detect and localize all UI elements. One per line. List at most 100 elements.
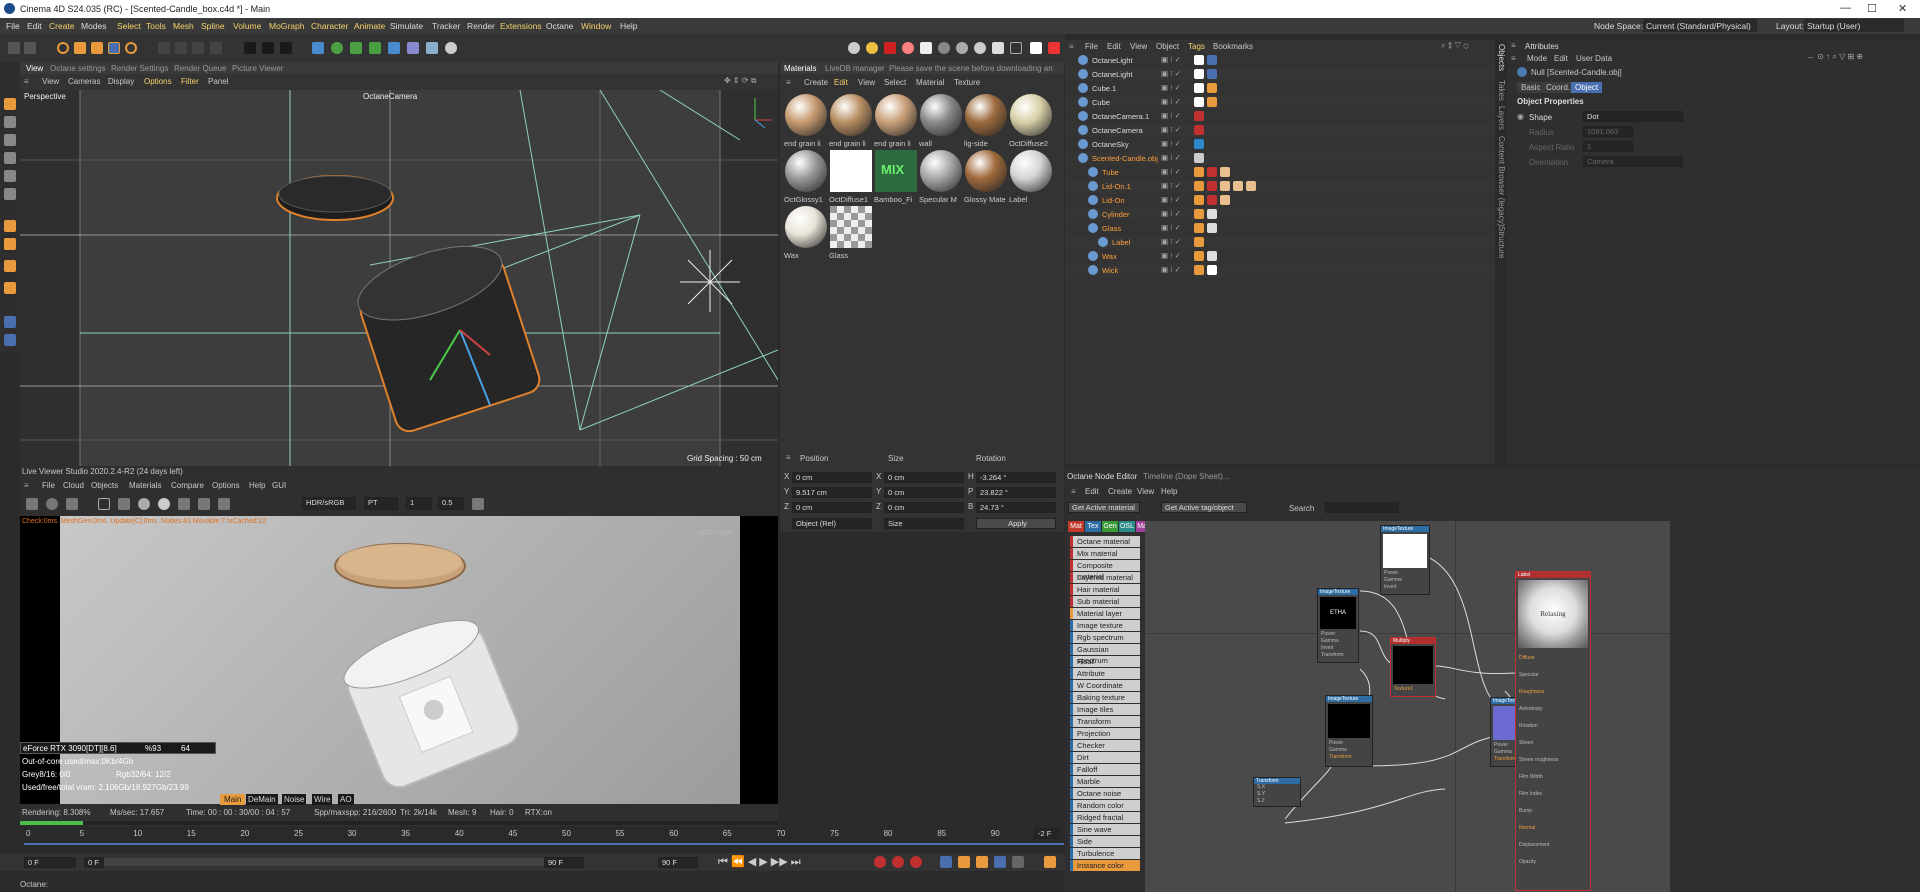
move-icon[interactable] xyxy=(74,42,86,54)
octane-live-viewer-icon[interactable] xyxy=(848,42,860,54)
menu-file[interactable]: File xyxy=(6,21,20,31)
material-pin[interactable]: Film Width xyxy=(1516,769,1590,786)
object-tag-icon[interactable] xyxy=(1220,195,1230,205)
lv-mode-dropdown[interactable]: PT xyxy=(364,497,398,510)
node-list-item[interactable]: Attribute xyxy=(1070,668,1140,679)
y-axis-icon[interactable] xyxy=(175,42,187,54)
menu-window[interactable]: Window xyxy=(581,21,611,31)
subdivision-icon[interactable] xyxy=(350,42,362,54)
node-menu-edit[interactable]: Edit xyxy=(1085,487,1099,496)
hamburger-icon[interactable]: ≡ xyxy=(24,77,29,86)
object-name[interactable]: Glass xyxy=(1102,224,1121,233)
material-pin[interactable]: Anisotropy xyxy=(1516,701,1590,718)
lv-color-space-dropdown[interactable]: HDR/sRGB xyxy=(302,497,356,510)
object-visibility-icon[interactable]: ▣ ⁝ ✓ xyxy=(1161,111,1181,120)
get-active-tag-button[interactable]: Get Active tag/object xyxy=(1161,502,1247,513)
octane-env-icon[interactable] xyxy=(974,42,986,54)
key-rotation-icon[interactable] xyxy=(958,856,970,868)
material-swatch[interactable]: OctDiffuse2 xyxy=(1009,94,1053,150)
node-list-item[interactable]: Turbulence xyxy=(1070,848,1140,859)
lv-region-icon[interactable] xyxy=(98,498,110,510)
object-tag-icon[interactable] xyxy=(1194,209,1204,219)
node-list-item[interactable]: Dirt xyxy=(1070,752,1140,763)
keyframe-selection-icon[interactable] xyxy=(910,856,922,868)
lv-lock-icon[interactable] xyxy=(118,498,130,510)
menu-octane[interactable]: Octane xyxy=(546,21,573,31)
object-name[interactable]: Label xyxy=(1112,238,1130,247)
object-row[interactable]: OctaneLight ▣ ⁝ ✓ xyxy=(1066,68,1496,81)
material-swatch[interactable]: OctGlossy1 xyxy=(784,150,828,206)
lv-picker-icon[interactable] xyxy=(472,498,484,510)
lv-menu-file[interactable]: File xyxy=(42,481,55,490)
lv-restart-icon[interactable] xyxy=(46,498,58,510)
attributes-tab-basic[interactable]: Basic xyxy=(1517,82,1545,93)
object-tag-icon[interactable] xyxy=(1207,181,1217,191)
material-pin[interactable]: Bump xyxy=(1516,803,1590,820)
shape-dropdown[interactable]: Dot xyxy=(1583,111,1683,122)
object-name[interactable]: Wax xyxy=(1102,252,1117,261)
light-icon[interactable] xyxy=(445,42,457,54)
objects-menu-view[interactable]: View xyxy=(1130,42,1147,51)
object-visibility-icon[interactable]: ▣ ⁝ ✓ xyxy=(1161,153,1181,162)
tab-livedb-manager[interactable]: LiveDB manager xyxy=(825,64,885,73)
timeline-start-input[interactable]: 0 F xyxy=(24,857,76,868)
node-list-item[interactable]: Layered material xyxy=(1070,572,1140,583)
menu-volume[interactable]: Volume xyxy=(233,21,261,31)
materials-menu-icon[interactable]: ≡ xyxy=(786,78,791,87)
object-tag-icon[interactable] xyxy=(1194,83,1204,93)
material-pin[interactable]: Diffuse xyxy=(1516,650,1590,667)
size-input[interactable]: 0 cm xyxy=(884,472,964,483)
rotation-input[interactable]: 24.73 ° xyxy=(976,502,1056,513)
object-visibility-icon[interactable]: ▣ ⁝ ✓ xyxy=(1161,195,1181,204)
object-tag-icon[interactable] xyxy=(1194,195,1204,205)
material-pin[interactable]: Rotation xyxy=(1516,718,1590,735)
node-list-item[interactable]: Material layer xyxy=(1070,608,1140,619)
objects-menu-bookmarks[interactable]: Bookmarks xyxy=(1213,42,1253,51)
object-tag-icon[interactable] xyxy=(1207,69,1217,79)
materials-menu-select[interactable]: Select xyxy=(884,78,906,87)
lv-fit-icon[interactable] xyxy=(178,498,190,510)
live-selection-icon[interactable] xyxy=(57,42,69,54)
position-input[interactable]: 9.517 cm xyxy=(792,487,872,498)
menu-mograph[interactable]: MoGraph xyxy=(269,21,304,31)
viewport-menu-options[interactable]: Options xyxy=(144,77,172,86)
objects-menu-file[interactable]: File xyxy=(1085,42,1098,51)
tab-picture-viewer[interactable]: Picture Viewer xyxy=(232,64,283,73)
menu-character[interactable]: Character xyxy=(311,21,348,31)
z-axis-icon[interactable] xyxy=(192,42,204,54)
object-name[interactable]: Cube.1 xyxy=(1092,84,1116,93)
node-canvas[interactable]: ImageTexture ETHA Power Gamma Invert Tra… xyxy=(1145,521,1670,892)
apply-button[interactable]: Apply xyxy=(976,518,1056,529)
material-swatch[interactable]: Glossy Mate xyxy=(964,150,1008,206)
object-row[interactable]: Scented-Candle.obj ▣ ⁝ ✓ xyxy=(1066,152,1496,165)
node-list-item[interactable]: Gaussian spectrum xyxy=(1070,644,1140,665)
octane-cloud-icon[interactable] xyxy=(1030,42,1042,54)
object-tag-icon[interactable] xyxy=(1194,111,1204,121)
object-tag-icon[interactable] xyxy=(1207,55,1217,65)
objects-menu-object[interactable]: Object xyxy=(1156,42,1179,51)
materials-menu-view[interactable]: View xyxy=(858,78,875,87)
object-name[interactable]: Cylinder xyxy=(1102,210,1130,219)
object-tag-icon[interactable] xyxy=(1207,97,1217,107)
transform-node[interactable]: Transform S.X S.Y S.Z xyxy=(1253,777,1301,807)
timeline-range-slider[interactable] xyxy=(104,858,544,866)
materials-menu-texture[interactable]: Texture xyxy=(954,78,980,87)
lv-stop-icon[interactable] xyxy=(26,498,38,510)
lv-pause-icon[interactable] xyxy=(66,498,78,510)
model-mode-icon[interactable] xyxy=(4,98,16,110)
material-swatch[interactable]: Wax xyxy=(784,206,828,262)
lv-menu-cloud[interactable]: Cloud xyxy=(63,481,84,490)
lv-value1-input[interactable]: 1 xyxy=(406,497,432,510)
object-row[interactable]: Label ▣ ⁝ ✓ xyxy=(1066,236,1496,249)
object-tag-icon[interactable] xyxy=(1220,167,1230,177)
node-list-item[interactable]: Image tiles xyxy=(1070,704,1140,715)
workplane-icon[interactable] xyxy=(4,238,16,250)
lv-tab-demain[interactable]: DeMain xyxy=(246,794,278,805)
multiply-node[interactable]: Multiply Texture1 xyxy=(1390,637,1436,697)
object-name[interactable]: Lid-On.1 xyxy=(1102,182,1131,191)
camera-icon[interactable] xyxy=(426,42,438,54)
lv-save-icon[interactable] xyxy=(218,498,230,510)
deformer-icon[interactable] xyxy=(388,42,400,54)
viewport-canvas[interactable]: Perspective OctaneCamera Grid Spacing : … xyxy=(20,90,778,466)
object-tag-icon[interactable] xyxy=(1194,139,1204,149)
